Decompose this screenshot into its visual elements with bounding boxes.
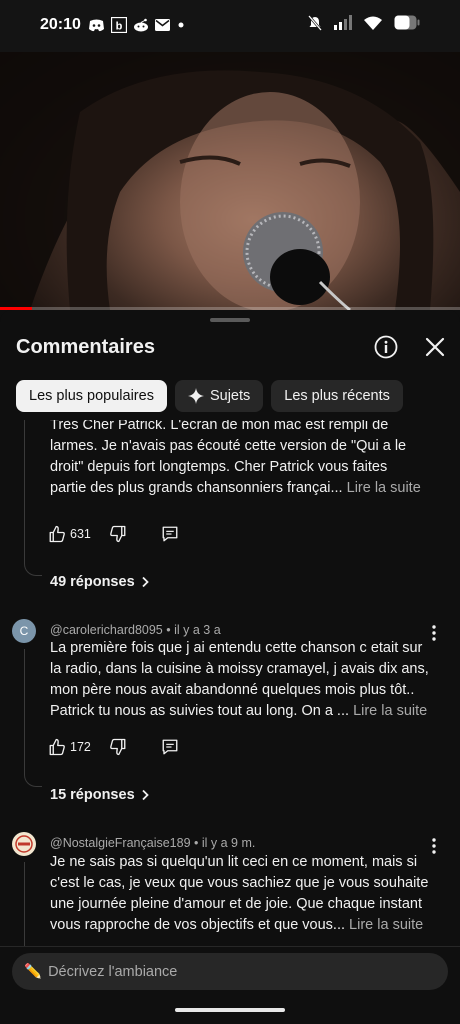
thumbs-up-icon [49,525,65,543]
thread-line [24,862,25,946]
chip-label: Sujets [209,388,251,404]
avatar-logo-icon [13,833,35,855]
chip-topics[interactable]: Sujets [174,380,264,412]
reply-button[interactable] [161,738,179,756]
mute-icon [308,14,322,36]
close-button[interactable] [419,331,451,363]
comment-line: Je ne sais pas si quelqu'un lit ceci en … [50,854,418,870]
sparkle-icon [187,388,204,404]
svg-text:b: b [116,21,123,33]
comments-sheet: Commentaires Les plus populaires Sujets … [0,310,460,1024]
comment-line: Très Cher Patrick. L'écran de mon mac es… [50,420,389,433]
like-button[interactable]: 631 [48,525,91,543]
chip-newest[interactable]: Les plus récents [271,380,403,412]
chip-top-comments[interactable]: Les plus populaires [16,380,167,412]
chip-label: Les plus populaires [29,388,154,404]
comment-text[interactable]: Je ne sais pas si quelqu'un lit ceci en … [50,852,432,936]
home-indicator[interactable] [175,1008,285,1012]
like-count: 631 [70,527,91,541]
avatar-letter: C [19,624,29,638]
reddit-icon [133,18,149,32]
comment-author[interactable]: @carolerichard8095 [50,623,163,637]
battery-icon [394,15,420,35]
comment-actions: 631 [48,522,179,546]
comment-meta: @NostalgieFrançaise189 • il y a 9 m. [50,836,256,850]
thread-connector [24,773,42,787]
system-icons [308,14,420,36]
video-player[interactable] [0,52,460,310]
comment-author[interactable]: @NostalgieFrançaise189 [50,836,191,850]
dot-icon [176,20,186,30]
comment-text[interactable]: Très Cher Patrick. L'écran de mon mac es… [50,420,432,499]
info-icon [374,335,398,359]
reply-button[interactable] [161,525,179,543]
video-frame [0,52,460,310]
comment-line: Patrick tu nous as suivies tout au long.… [50,701,432,722]
reply-icon [162,739,178,755]
replies-count: 49 réponses [50,574,135,590]
sheet-title: Commentaires [16,336,155,358]
bandcamp-icon: b [111,17,127,33]
comment-line: larmes. Je n'avais pas écouté cette vers… [50,438,407,454]
comment-line-text: vous rapproche de vos objectifs et que v… [50,917,346,933]
replies-link[interactable]: 49 réponses [50,574,151,590]
status-time: 20:10 [40,16,81,33]
thumbs-up-icon [49,738,65,756]
reply-icon [162,526,178,542]
discord-icon [88,19,105,32]
avatar[interactable] [12,832,36,856]
comment-line: partie des plus grands chansonniers fran… [50,478,432,499]
comment-time: il y a 9 m. [201,836,256,850]
replies-count: 15 réponses [50,787,135,803]
comment-composer[interactable]: ✏️ Décrivez l'ambiance [12,953,448,990]
status-bar: 20:10 b [0,0,460,52]
close-icon [425,337,445,357]
read-more-link[interactable]: Lire la suite [353,703,427,719]
chevron-right-icon [142,576,149,588]
composer-divider [0,946,460,947]
comment-line-text: partie des plus grands chansonniers fran… [50,480,343,496]
avatar[interactable]: C [12,619,36,643]
thumbs-down-icon [109,738,126,756]
comment-line: la radio, dans la cuisine à moissy crama… [50,661,429,677]
comment-time: il y a 3 a [174,623,221,637]
signal-icon [334,15,352,35]
comment-line: mon père nous avait abandonné quelques m… [50,682,415,698]
notification-icons: b [88,16,186,34]
thread-connector [24,562,42,576]
thumbs-down-icon [109,525,126,543]
wifi-icon [364,16,382,35]
comment-line: une journée pleine d'amour et de joie. Q… [50,896,422,912]
comment-text[interactable]: La première fois que j ai entendu cette … [50,638,432,722]
sort-chips: Les plus populaires Sujets Les plus réce… [16,380,403,412]
like-count: 172 [70,740,91,754]
chevron-right-icon [142,789,149,801]
info-button[interactable] [370,331,402,363]
comment-line: c'est le cas, je veux que vous sachiez q… [50,875,429,891]
comment-line: vous rapproche de vos objectifs et que v… [50,915,432,936]
read-more-link[interactable]: Lire la suite [349,917,423,933]
more-vert-icon [432,838,436,854]
mail-icon [155,19,170,31]
comment-line-text: Patrick tu nous as suivies tout au long.… [50,703,350,719]
comment-meta: @carolerichard8095 • il y a 3 a [50,623,221,637]
chip-label: Les plus récents [284,388,390,404]
pencil-emoji-icon: ✏️ [24,964,43,980]
composer-placeholder: Décrivez l'ambiance [48,963,178,980]
thread-line [24,649,25,773]
more-vert-icon [432,625,436,641]
like-button[interactable]: 172 [48,738,91,756]
comment-line: droit" depuis fort longtemps. Cher Patri… [50,459,388,475]
comments-list: Très Cher Patrick. L'écran de mon mac es… [0,420,460,946]
read-more-link[interactable]: Lire la suite [347,480,421,496]
replies-link[interactable]: 15 réponses [50,787,151,803]
comment-actions: 172 [48,735,179,759]
thread-line [24,420,25,562]
comment-line: La première fois que j ai entendu cette … [50,640,423,656]
drag-handle[interactable] [210,318,250,322]
dislike-button[interactable] [109,525,127,543]
dislike-button[interactable] [109,738,127,756]
